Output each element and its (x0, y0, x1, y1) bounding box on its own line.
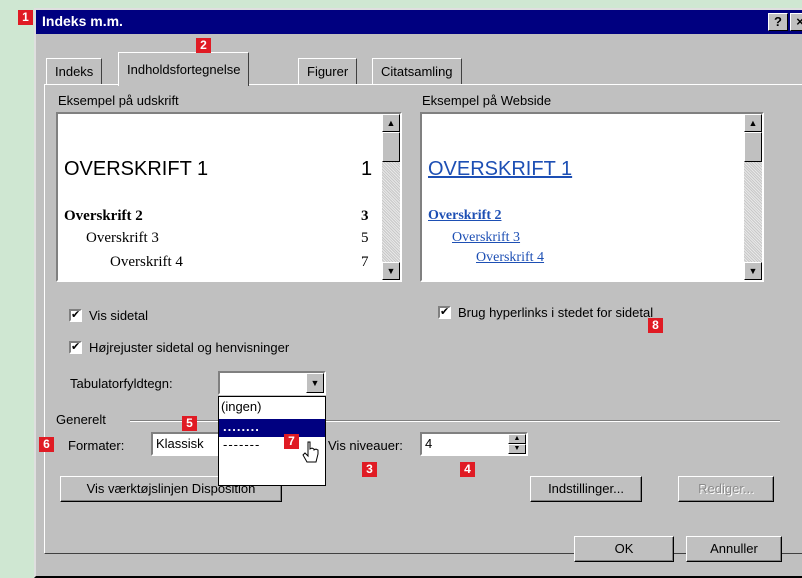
callout-marker-7: 7 (284, 434, 299, 449)
tab-label: Indholdsfortegnelse (127, 62, 241, 77)
print-heading-2-page: 3 (361, 208, 369, 224)
dialog-title: Indeks m.m. (42, 13, 123, 29)
tab-leader-select[interactable]: ▼ (218, 371, 326, 395)
web-preview-scrollbar[interactable]: ▲ ▼ (744, 114, 762, 280)
pointer-cursor-icon (302, 441, 319, 463)
print-heading-4: Overskrift 4 (110, 254, 183, 270)
callout-marker-6: 6 (39, 437, 54, 452)
right-align-label: Højrejuster sidetal og henvisninger (89, 340, 290, 355)
scroll-up-arrow-icon[interactable]: ▲ (744, 114, 762, 132)
levels-spinner[interactable]: 4 ▲ ▼ (420, 432, 528, 456)
scroll-thumb[interactable] (382, 132, 400, 162)
general-group-label: Generelt (56, 412, 106, 427)
print-preview-scrollbar[interactable]: ▲ ▼ (382, 114, 400, 280)
dropdown-option-dots[interactable]: ........ (219, 419, 325, 437)
web-heading-4-link: Overskrift 4 (476, 250, 545, 265)
ok-button[interactable]: OK (574, 536, 674, 562)
scroll-up-arrow-icon[interactable]: ▲ (382, 114, 400, 132)
hyperlinks-checkbox[interactable]: ✔ (438, 306, 451, 319)
scroll-thumb[interactable] (744, 132, 762, 162)
title-bar[interactable]: Indeks m.m. ? × (36, 10, 802, 34)
print-preview-box: OVERSKRIFT 1 1 Overskrift 2 3 Overskrift… (56, 112, 402, 282)
print-preview-label: Eksempel på udskrift (58, 93, 179, 108)
spin-down-icon[interactable]: ▼ (508, 444, 526, 454)
tab-label: Indeks (55, 64, 94, 79)
edit-button: Rediger... (678, 476, 774, 502)
tab-indeks[interactable]: Indeks (46, 58, 103, 84)
web-heading-1-link: OVERSKRIFT 1 (428, 158, 573, 180)
callout-marker-4: 4 (460, 462, 475, 477)
print-heading-1-page: 1 (361, 158, 373, 180)
dropdown-option-dashes[interactable]: ------- (223, 437, 260, 452)
tab-label: Figurer (307, 64, 349, 79)
chevron-down-icon[interactable]: ▼ (306, 373, 324, 393)
spin-up-icon[interactable]: ▲ (508, 434, 526, 444)
tab-figurer[interactable]: Figurer (298, 58, 358, 84)
web-preview-box: OVERSKRIFT 1 Overskrift 2 Overskrift 3 O… (420, 112, 764, 282)
show-page-numbers-checkbox[interactable]: ✔ (69, 309, 82, 322)
right-align-checkbox[interactable]: ✔ (69, 341, 82, 354)
callout-marker-3: 3 (362, 462, 377, 477)
print-heading-3: Overskrift 3 (86, 230, 159, 246)
tab-indholdsfortegnelse[interactable]: Indholdsfortegnelse (118, 52, 250, 86)
formats-label: Formater: (68, 438, 125, 453)
show-page-numbers-label: Vis sidetal (89, 308, 149, 323)
formats-value: Klassisk (156, 436, 204, 451)
settings-button[interactable]: Indstillinger... (530, 476, 642, 502)
print-heading-4-page: 7 (361, 254, 369, 270)
print-heading-1: OVERSKRIFT 1 (64, 158, 209, 180)
levels-value: 4 (425, 436, 433, 451)
dropdown-option-dots-label: ........ (223, 419, 260, 434)
tab-label: Citatsamling (381, 64, 453, 79)
formats-select[interactable]: Klassisk (151, 432, 223, 456)
callout-marker-2: 2 (196, 38, 211, 53)
web-heading-3-link: Overskrift 3 (452, 230, 521, 245)
tab-citatsamling[interactable]: Citatsamling (372, 58, 462, 84)
callout-marker-5: 5 (182, 416, 197, 431)
print-heading-3-page: 5 (361, 230, 369, 246)
dropdown-option-none[interactable]: (ingen) (221, 399, 261, 414)
callout-marker-8: 8 (648, 318, 663, 333)
levels-label: Vis niveauer: (328, 438, 403, 453)
cancel-button[interactable]: Annuller (686, 536, 782, 562)
close-button[interactable]: × (790, 13, 802, 31)
print-heading-2: Overskrift 2 (64, 208, 143, 224)
callout-marker-1: 1 (18, 10, 33, 25)
hyperlinks-label: Brug hyperlinks i stedet for sidetal (458, 305, 654, 320)
web-preview-label: Eksempel på Webside (422, 93, 552, 108)
scroll-down-arrow-icon[interactable]: ▼ (382, 262, 400, 280)
help-button[interactable]: ? (768, 13, 788, 31)
index-dialog: Indeks m.m. ? × Indeks Indholdsfortegnel… (34, 8, 802, 578)
scroll-down-arrow-icon[interactable]: ▼ (744, 262, 762, 280)
tab-leader-label: Tabulatorfyldtegn: (70, 376, 173, 391)
web-heading-2-link: Overskrift 2 (428, 208, 502, 223)
